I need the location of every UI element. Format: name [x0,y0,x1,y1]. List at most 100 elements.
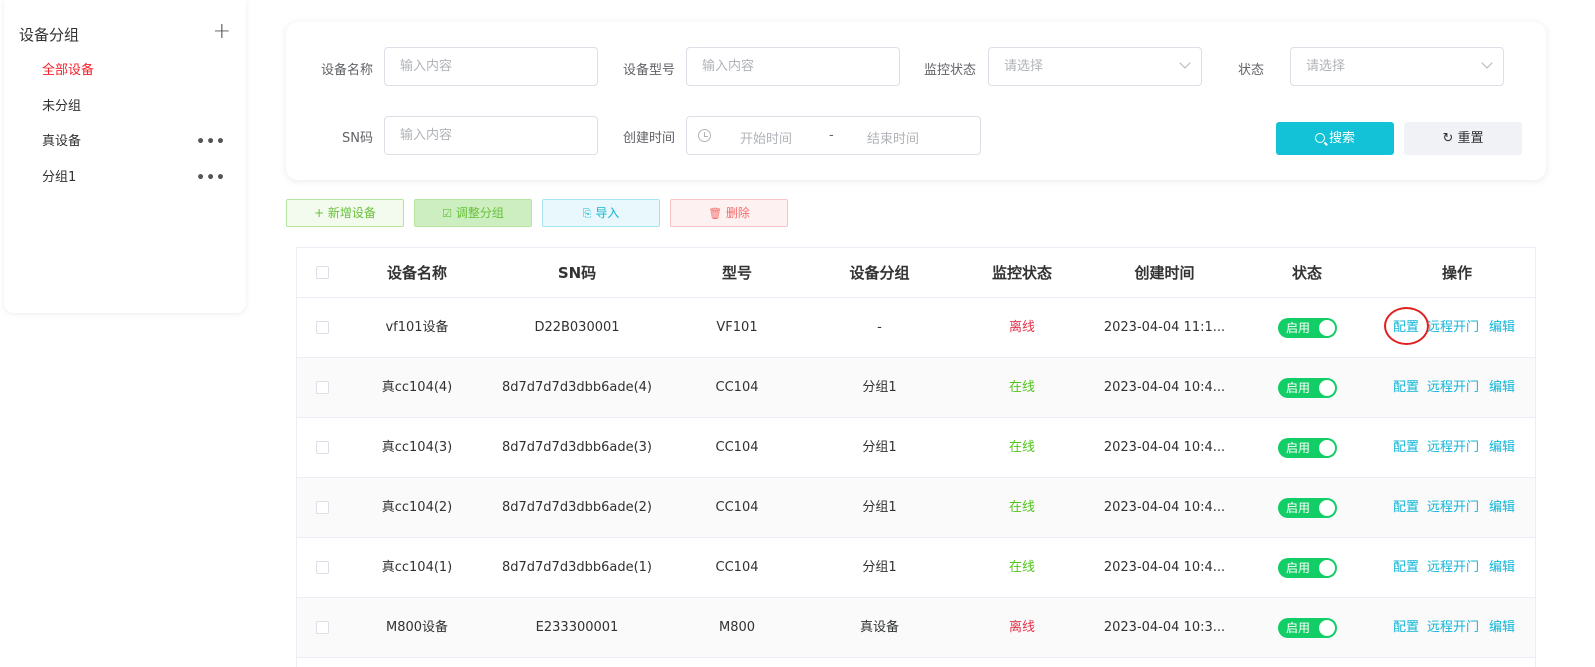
status-toggle[interactable]: 启用 [1278,318,1337,338]
device-name-input[interactable]: 输入内容 [384,47,598,86]
status-toggle[interactable]: 启用 [1278,378,1337,398]
toggle-knob [1319,560,1335,576]
toggle-knob [1319,440,1335,456]
delete-button[interactable]: 🗑 删除 [670,199,788,227]
add-device-button[interactable]: + 新增设备 [286,199,404,227]
configure-link[interactable]: 配置 [1393,538,1419,598]
created-time-cell: 2023-04-04 10:4... [1103,560,1226,575]
sidebar-item-all-devices[interactable]: 全部设备 [42,59,232,83]
row-checkbox[interactable] [316,561,329,574]
monitor-status-cell: 离线 [1008,320,1035,335]
sn-cell: D22B030001 [534,320,620,335]
trash-icon: 🗑 [708,207,723,220]
device-model-input[interactable]: 输入内容 [686,47,900,86]
more-icon[interactable]: ••• [196,166,226,190]
model-cell: M800 [718,620,756,635]
table-row: vf101设备 D22B030001 VF101 - 离线 2023-04-04 11:1… [297,298,1535,358]
edit-link[interactable]: 编辑 [1489,478,1515,538]
chevron-down-icon [1481,57,1493,69]
monitor-status-cell: 在线 [1008,560,1035,575]
column-header[interactable]: SN码 [482,248,672,298]
adjust-group-button[interactable]: ☑ 调整分组 [414,199,532,227]
device-name-cell: vf101设备 [385,320,449,335]
row-checkbox[interactable] [316,381,329,394]
add-device-label: + 新增设备 [314,206,376,220]
table-row: 真cc104(1) 8d7d7d7d3dbb6ade(1) CC104 分组1 在线 20… [297,538,1535,598]
edit-link[interactable]: 编辑 [1489,358,1515,418]
reset-button-label: 重置 [1457,131,1484,146]
configure-link[interactable]: 配置 [1393,478,1419,538]
remote-open-door-link[interactable]: 远程开门 [1427,298,1479,358]
group-cell: - [877,320,882,335]
status-placeholder: 请选择 [1306,59,1346,74]
group-cell: 分组1 [862,440,897,455]
remote-open-door-link[interactable]: 远程开门 [1427,418,1479,478]
device-table: 设备名称 SN码 型号 设备分组 监控状态 创建时间 状态 操作 vf101设备… [296,247,1536,667]
search-button-label: 搜索 [1328,131,1355,146]
edit-link[interactable]: 编辑 [1489,598,1515,658]
status-toggle-label: 启用 [1286,501,1311,515]
remote-open-door-link[interactable]: 远程开门 [1427,538,1479,598]
column-header[interactable]: 设备名称 [357,248,477,298]
monitor-status-select[interactable]: 请选择 [988,47,1202,86]
edit-link[interactable]: 编辑 [1489,418,1515,478]
device-name-cell: M800设备 [385,620,449,635]
sn-input[interactable]: 输入内容 [384,116,598,155]
clock-icon [698,129,711,142]
status-select[interactable]: 请选择 [1290,47,1504,86]
table-row: 真cc104(4) 8d7d7d7d3dbb6ade(4) CC104 分组1 在线 20… [297,358,1535,418]
column-header[interactable]: 创建时间 [1092,248,1237,298]
sidebar-item-group1[interactable]: 分组1 ••• [42,166,232,190]
sidebar-title: 设备分组 [19,26,80,44]
column-header[interactable]: 状态 [1247,248,1367,298]
search-button[interactable]: 搜索 [1276,122,1394,155]
configure-link[interactable]: 配置 [1393,598,1419,658]
column-header[interactable]: 设备分组 [817,248,942,298]
status-toggle-label: 启用 [1286,321,1311,335]
configure-link[interactable]: 配置 [1393,358,1419,418]
remote-open-door-link[interactable]: 远程开门 [1427,358,1479,418]
status-toggle-label: 启用 [1286,621,1311,635]
device-model-placeholder: 输入内容 [702,59,755,74]
status-toggle[interactable]: 启用 [1278,438,1337,458]
more-icon[interactable]: ••• [196,130,226,154]
delete-label: 删除 [725,206,750,220]
group-sidebar: 设备分组 + 全部设备 未分组 真设备 ••• 分组1 ••• [4,0,246,313]
status-toggle[interactable]: 启用 [1278,498,1337,518]
status-toggle[interactable]: 启用 [1278,618,1337,638]
sn-cell: 8d7d7d7d3dbb6ade(3) [501,440,653,455]
remote-open-door-link[interactable]: 远程开门 [1427,478,1479,538]
edit-icon: ☑ [442,207,453,220]
select-all-checkbox[interactable] [316,266,329,279]
row-checkbox[interactable] [316,321,329,334]
table-row: M800设备 E233300001 M800 真设备 离线 2023-04-04 10:3… [297,598,1535,658]
edit-link[interactable]: 编辑 [1489,298,1515,358]
column-header[interactable]: 操作 [1382,248,1532,298]
adjust-group-label: 调整分组 [455,206,504,220]
row-checkbox[interactable] [316,441,329,454]
row-checkbox[interactable] [316,621,329,634]
toggle-knob [1319,320,1335,336]
table-row: 真cc104(2) 8d7d7d7d3dbb6ade(2) CC104 分组1 在线 20… [297,478,1535,538]
sn-cell: 8d7d7d7d3dbb6ade(2) [501,500,653,515]
column-header[interactable]: 型号 [682,248,792,298]
sidebar-item-ungrouped[interactable]: 未分组 [42,95,232,119]
import-button[interactable]: ⎘ 导入 [542,199,660,227]
monitor-status-label: 监控状态 [923,63,976,78]
add-group-icon[interactable]: + [213,20,231,44]
status-toggle-label: 启用 [1286,561,1311,575]
reset-button[interactable]: ↻ 重置 [1404,122,1522,155]
edit-link[interactable]: 编辑 [1489,538,1515,598]
model-cell: CC104 [715,560,759,575]
sidebar-header: 设备分组 + [19,20,231,46]
configure-link[interactable]: 配置 [1393,418,1419,478]
status-toggle[interactable]: 启用 [1278,558,1337,578]
column-header[interactable]: 监控状态 [962,248,1082,298]
created-time-cell: 2023-04-04 10:4... [1103,500,1226,515]
created-date-range[interactable]: 开始时间 - 结束时间 [686,116,981,155]
device-name-label: 设备名称 [320,63,373,78]
sidebar-item-real-devices[interactable]: 真设备 ••• [42,130,232,154]
row-checkbox[interactable] [316,501,329,514]
device-name-cell: 真cc104(3) [381,440,453,455]
remote-open-door-link[interactable]: 远程开门 [1427,598,1479,658]
